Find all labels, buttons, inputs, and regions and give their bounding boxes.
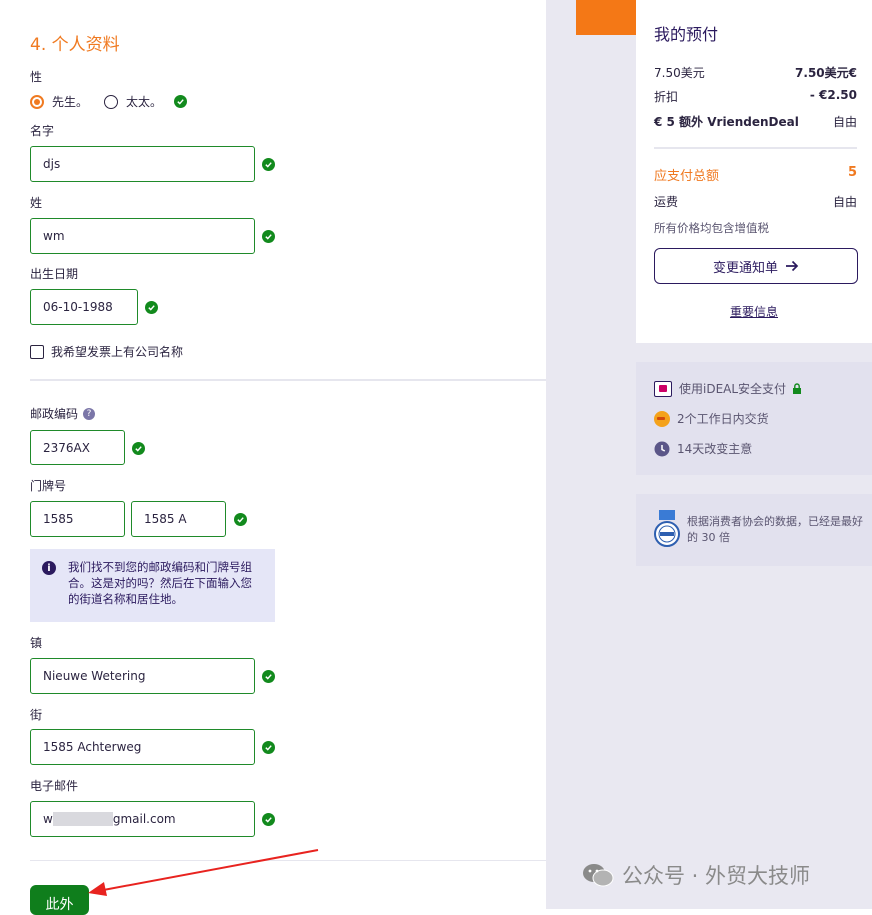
postcode-label: 邮政编码 xyxy=(30,407,79,421)
street-label: 街 xyxy=(30,708,43,722)
radio-mr-label: 先生。 xyxy=(52,95,89,109)
first-name-label: 名字 xyxy=(30,124,55,138)
check-icon xyxy=(262,813,275,826)
benefit-item: 14天改变主意 xyxy=(654,440,752,457)
benefits-panel: 使用iDEAL安全支付 2个工作日内交货 14天改变主意 xyxy=(636,362,872,475)
summary-row-label: € 5 额外 VriendenDeal xyxy=(654,115,799,129)
check-icon xyxy=(174,95,188,108)
email-value-suffix: gmail.com xyxy=(112,812,176,826)
check-icon xyxy=(145,301,158,314)
email-label: 电子邮件 xyxy=(30,779,79,793)
gender-radio-group: 先生。 太太。 xyxy=(30,93,188,110)
town-input[interactable]: Nieuwe Wetering xyxy=(30,658,255,694)
check-icon xyxy=(262,741,275,754)
last-name-input[interactable]: wm xyxy=(30,218,255,254)
email-input[interactable]: w gmail.com xyxy=(30,801,255,837)
radio-mrs-label: 太太。 xyxy=(126,95,163,109)
check-icon xyxy=(132,442,145,455)
check-icon xyxy=(262,158,275,171)
email-redacted-block xyxy=(52,812,113,826)
divider xyxy=(654,147,857,149)
order-summary-card: 我的预付 7.50美元 7.50美元€ 折扣 - €2.50 € 5 额外 Vr… xyxy=(636,0,872,343)
street-input[interactable]: 1585 Achterweg xyxy=(30,729,255,765)
accent-tab xyxy=(576,0,636,35)
watermark: 公众号 · 外贸大技师 xyxy=(582,860,810,890)
help-icon[interactable]: ? xyxy=(83,407,96,420)
summary-row: 7.50美元 7.50美元€ xyxy=(654,64,857,81)
change-order-button[interactable]: 变更通知单 xyxy=(654,248,858,284)
benefit-item: 使用iDEAL安全支付 xyxy=(654,380,802,397)
summary-title: 我的预付 xyxy=(654,25,719,44)
info-notice: i 我们找不到您的邮政编码和门牌号组合。这是对的吗？然后在下面输入您的街道名称和… xyxy=(30,549,275,622)
total-label: 应支付总额 xyxy=(654,169,720,184)
email-value-prefix: w xyxy=(43,812,53,826)
summary-row-value: - €2.50 xyxy=(809,88,857,102)
shipping-label: 运费 xyxy=(654,195,679,209)
check-icon xyxy=(234,513,247,526)
dob-input[interactable]: 06-10-1988 xyxy=(30,289,138,325)
postcode-input[interactable]: 2376AX xyxy=(30,430,125,465)
company-checkbox-row: 我希望发票上有公司名称 xyxy=(30,343,183,360)
check-icon xyxy=(262,230,275,243)
rating-panel: 根据消费者协会的数据，已经是最好的 30 倍 xyxy=(636,494,872,566)
benefit-item: 2个工作日内交货 xyxy=(654,410,769,427)
ideal-icon xyxy=(654,380,672,397)
house-number-label: 门牌号 xyxy=(30,479,67,493)
change-order-button-label: 变更通知单 xyxy=(712,260,778,276)
shipping-value: 自由 xyxy=(832,195,857,209)
important-info-link[interactable]: 重要信息 xyxy=(636,303,872,320)
postcode-label-row: 邮政编码 ? xyxy=(30,405,96,422)
benefit-text: 2个工作日内交货 xyxy=(677,412,769,426)
section-title: 4. 个人资料 xyxy=(30,35,120,55)
town-label: 镇 xyxy=(30,636,43,650)
benefit-text: 14天改变主意 xyxy=(677,442,753,456)
divider xyxy=(30,379,546,381)
gender-label: 性 xyxy=(30,70,43,84)
check-icon xyxy=(262,670,275,683)
lock-icon xyxy=(793,383,802,394)
summary-row-value: 自由 xyxy=(832,115,857,129)
benefit-text: 使用iDEAL安全支付 xyxy=(679,382,787,396)
summary-row-value: 7.50美元€ xyxy=(795,66,857,80)
info-notice-text: 我们找不到您的邮政编码和门牌号组合。这是对的吗？然后在下面输入您的街道名称和居住… xyxy=(68,560,252,606)
summary-row: 折扣 - €2.50 xyxy=(654,88,857,105)
summary-row-label: 折扣 xyxy=(654,90,679,104)
radio-mrs[interactable] xyxy=(104,94,119,109)
postnl-icon xyxy=(654,410,670,427)
total-value: 5 xyxy=(847,165,857,180)
company-checkbox-label: 我希望发票上有公司名称 xyxy=(51,345,184,359)
summary-row: € 5 额外 VriendenDeal 自由 xyxy=(654,113,857,130)
annotation-arrow xyxy=(88,849,319,896)
house-number-addition-input[interactable]: 1585 A xyxy=(131,501,226,537)
sidebar-gutter xyxy=(546,0,636,909)
arrow-right-icon xyxy=(786,260,799,272)
house-number-input[interactable]: 1585 xyxy=(30,501,125,537)
info-icon: i xyxy=(42,561,56,575)
last-name-label: 姓 xyxy=(30,196,43,210)
rating-text: 根据消费者协会的数据，已经是最好的 30 倍 xyxy=(687,515,863,544)
vat-note: 所有价格均包含增值税 xyxy=(654,221,769,235)
radio-mr[interactable] xyxy=(30,94,44,109)
consumer-association-badge-icon xyxy=(654,510,680,547)
total-row: 应支付总额 5 xyxy=(654,165,857,184)
first-name-input[interactable]: djs xyxy=(30,146,255,182)
dob-label: 出生日期 xyxy=(30,267,79,281)
company-checkbox[interactable] xyxy=(30,344,44,359)
shipping-row: 运费 自由 xyxy=(654,193,857,210)
watermark-text: 公众号 · 外贸大技师 xyxy=(622,864,811,888)
wechat-icon xyxy=(583,864,614,887)
summary-row-label: 7.50美元 xyxy=(654,66,705,80)
clock-icon xyxy=(654,441,670,456)
